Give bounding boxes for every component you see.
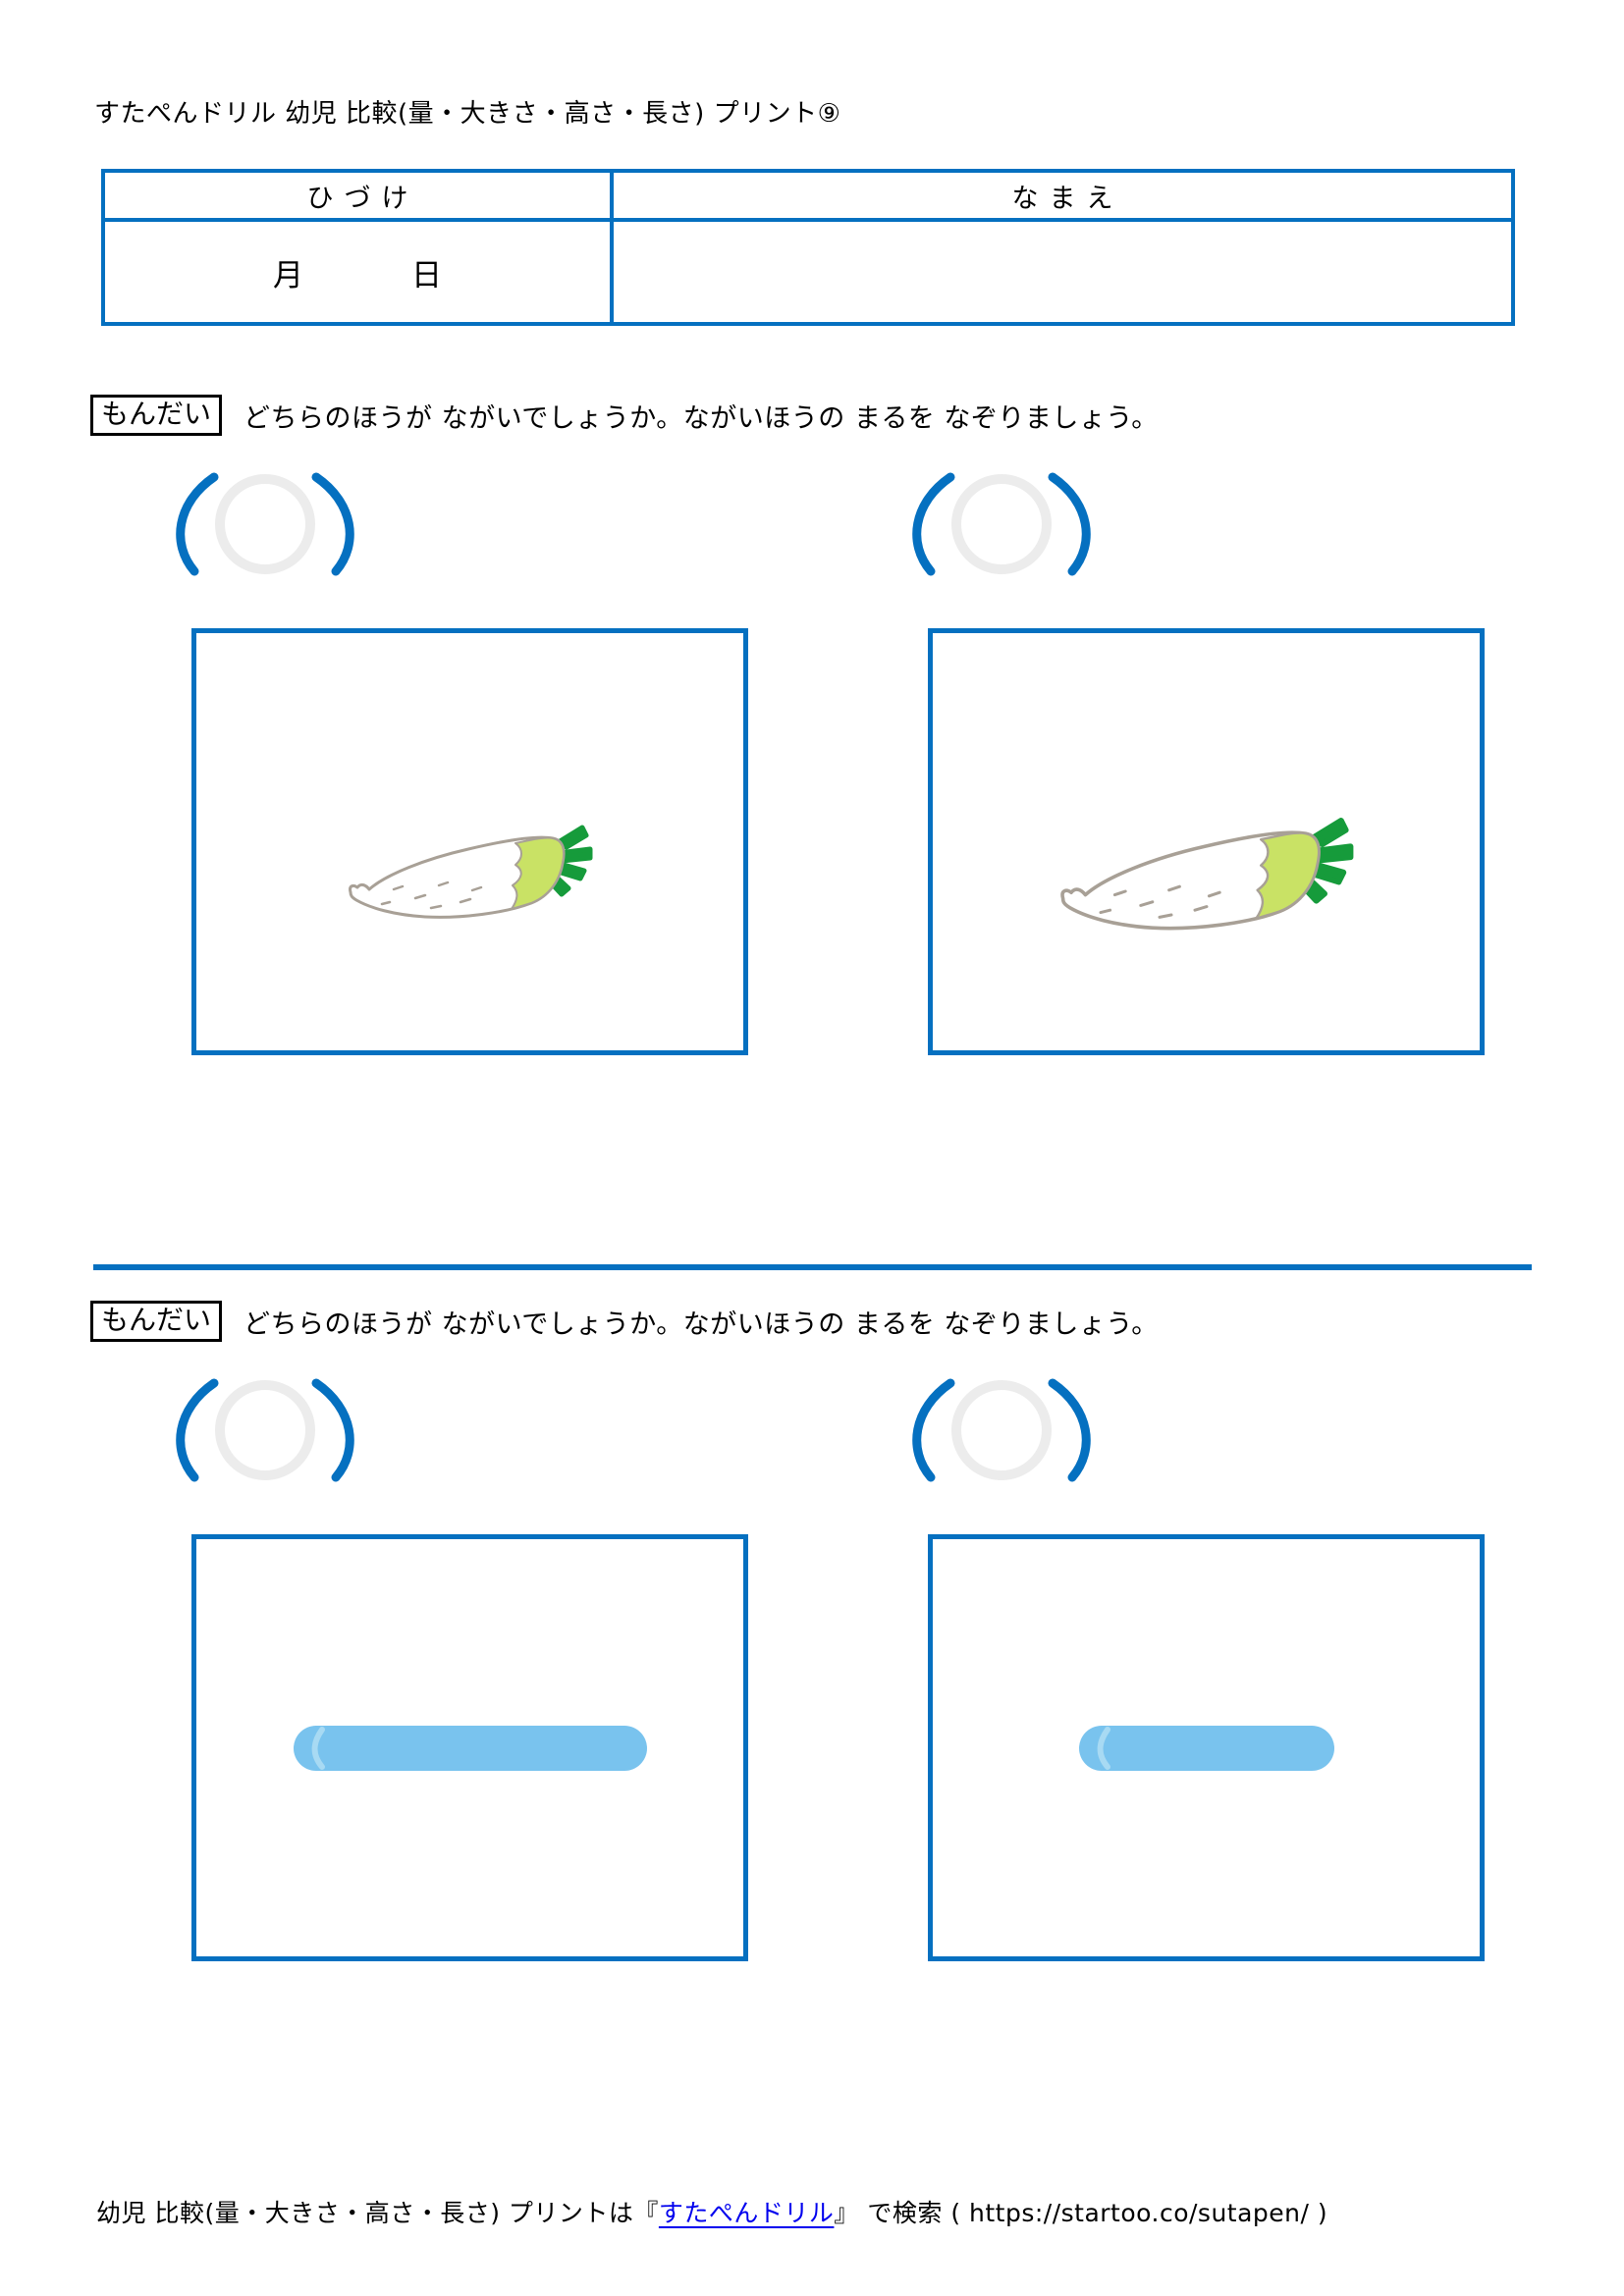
date-input-cell[interactable]: 月 日 [101,218,614,326]
right-parenthesis-icon [311,472,354,576]
answer-marker-1b[interactable] [854,469,1149,577]
name-input-cell[interactable] [610,218,1515,326]
answer-marker-1a[interactable] [118,469,412,577]
problem-2-prompt-text: どちらのほうが ながいでしょうか。ながいほうの まるを なぞりましょう。 [244,1308,1159,1340]
left-parenthesis-icon [912,472,955,576]
info-table-header-row: ひづけ なまえ [101,169,1515,222]
date-month-label: 月 [273,257,303,294]
info-table: ひづけ なまえ 月 日 [101,169,1515,326]
problem-1-prompt-row: もんだい どちらのほうが ながいでしょうか。ながいほうの まるを なぞりましょう… [90,395,1159,436]
picture-frame-1a [191,628,748,1055]
answer-marker-2b[interactable] [854,1375,1149,1483]
info-table-body-row: 月 日 [101,218,1515,326]
mondai-badge: もんだい [90,395,223,436]
trace-circle-icon[interactable] [951,474,1052,574]
problem-1-prompt-text: どちらのほうが ながいでしょうか。ながいほうの まるを なぞりましょう。 [244,402,1159,434]
section-divider [93,1264,1532,1270]
right-parenthesis-icon [311,1378,354,1482]
blue-stick-icon [293,1725,647,1771]
trace-circle-icon[interactable] [215,474,315,574]
date-column-header: ひづけ [101,169,614,222]
left-parenthesis-icon [912,1378,955,1482]
right-parenthesis-icon [1048,472,1091,576]
picture-frame-2a [191,1534,748,1961]
answer-marker-2a[interactable] [118,1375,412,1483]
problem-2-prompt-row: もんだい どちらのほうが ながいでしょうか。ながいほうの まるを なぞりましょう… [90,1301,1159,1342]
blue-stick-icon [1078,1725,1334,1771]
trace-circle-icon[interactable] [215,1380,315,1480]
left-parenthesis-icon [176,472,219,576]
page-title: すたぺんドリル 幼児 比較(量・大きさ・高さ・長さ) プリント⑨ [94,99,841,129]
left-parenthesis-icon [176,1378,219,1482]
name-column-header: なまえ [610,169,1515,222]
daikon-radish-icon [1059,817,1353,930]
picture-frame-2b [928,1534,1485,1961]
date-day-label: 日 [411,257,442,294]
footer: 幼児 比較(量・大きさ・高さ・長さ) プリントは『すたぺんドリル』 で検索 ( … [96,2194,1327,2229]
trace-circle-icon[interactable] [951,1380,1052,1480]
brand-link[interactable]: すたぺんドリル [659,2199,835,2227]
daikon-radish-icon [348,825,592,919]
right-parenthesis-icon [1048,1378,1091,1482]
picture-frame-1b [928,628,1485,1055]
footer-prefix-text: 幼児 比較(量・大きさ・高さ・長さ) プリントは『 [96,2199,659,2227]
footer-suffix-text: 』 で検索 ( https://startoo.co/sutapen/ ) [834,2199,1328,2227]
mondai-badge: もんだい [90,1301,223,1342]
